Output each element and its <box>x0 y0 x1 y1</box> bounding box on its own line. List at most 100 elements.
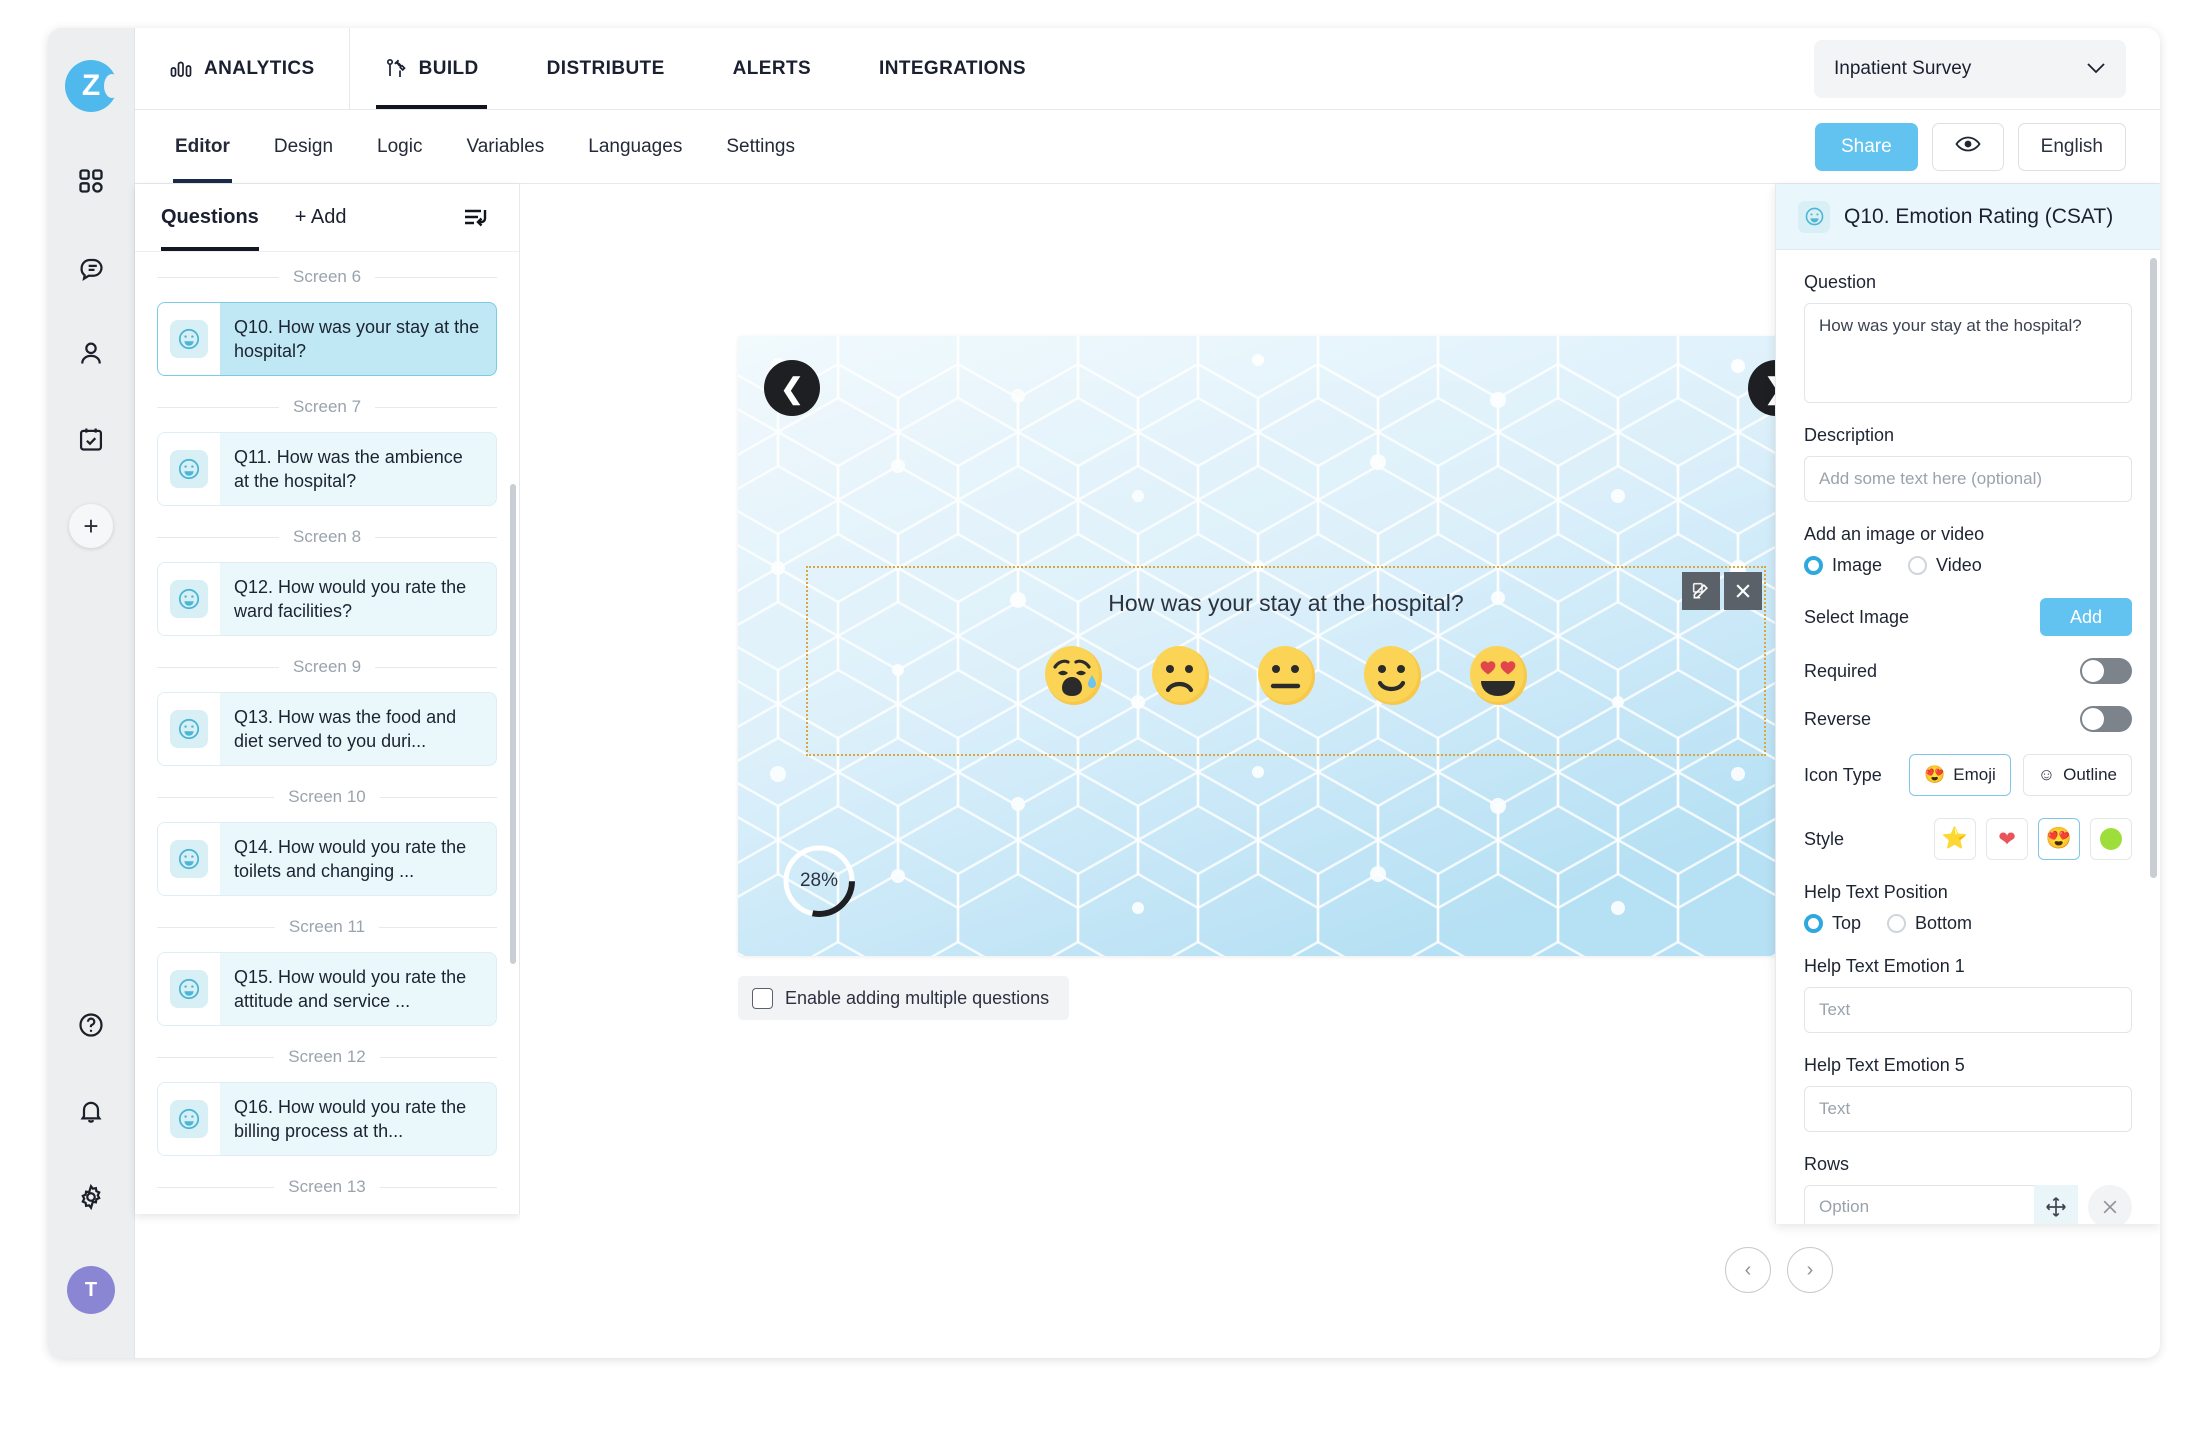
reverse-toggle[interactable] <box>2080 706 2132 732</box>
topnav-item-integrations[interactable]: INTEGRATIONS <box>845 28 1060 109</box>
heart-style-option[interactable]: ❤ <box>1986 818 2028 860</box>
tab-languages[interactable]: Languages <box>566 110 704 183</box>
share-button-label: Share <box>1840 135 1892 157</box>
topnav-item-alerts[interactable]: ALERTS <box>699 28 845 109</box>
feedback-icon[interactable] <box>64 240 118 294</box>
properties-header: Q10. Emotion Rating (CSAT) <box>1776 184 2160 250</box>
description-input[interactable]: Add some text here (optional) <box>1804 456 2132 502</box>
slightly-smiling-face[interactable] <box>1360 643 1424 707</box>
question-card-q16[interactable]: Q16. How would you rate the billing proc… <box>157 1082 497 1156</box>
brand-logo[interactable]: Z <box>65 60 120 112</box>
question-block[interactable]: How was your stay at the hospital? <box>806 566 1766 756</box>
radio-help-bottom[interactable]: Bottom <box>1887 913 1972 934</box>
question-textarea[interactable]: How was your stay at the hospital? <box>1804 303 2132 403</box>
avatar[interactable]: T <box>67 1266 115 1314</box>
screen-separator: Screen 12 <box>157 1032 497 1082</box>
rows-option-input[interactable]: Option <box>1804 1185 2068 1224</box>
tab-variables[interactable]: Variables <box>444 110 566 183</box>
topnav-item-distribute[interactable]: DISTRIBUTE <box>513 28 699 109</box>
settings-icon[interactable] <box>64 1170 118 1224</box>
rows-delete-button[interactable] <box>2088 1185 2132 1224</box>
language-button[interactable]: English <box>2017 122 2126 171</box>
question-card-q13[interactable]: Q13. How was the food and diet served to… <box>157 692 497 766</box>
topnav-label-distribute: DISTRIBUTE <box>546 57 665 79</box>
question-card-q11[interactable]: Q11. How was the ambience at the hospita… <box>157 432 497 506</box>
question-card-label: Q10. How was your stay at the hospital? <box>234 316 480 361</box>
emotion-rating-icon <box>170 710 208 748</box>
enable-multiple-questions[interactable]: Enable adding multiple questions <box>738 976 1070 1020</box>
topnav-right: Inpatient Survey <box>1814 28 2160 109</box>
enable-multiple-questions-checkbox[interactable] <box>752 987 773 1009</box>
question-card-icon-wrap <box>158 433 220 505</box>
avatar-initial: T <box>84 1278 98 1301</box>
questions-scrollbar[interactable] <box>510 484 516 964</box>
emoji-style-option[interactable]: 😍 <box>2038 818 2080 860</box>
survey-selector[interactable]: Inpatient Survey <box>1814 39 2126 98</box>
help-emotion-1-input[interactable]: Text <box>1804 987 2132 1033</box>
required-toggle[interactable] <box>2080 658 2132 684</box>
add-button[interactable]: + <box>69 504 113 548</box>
icon-type-row: Icon Type 😍 Emoji ☺ Outline <box>1804 754 2132 796</box>
icon-type-outline-option[interactable]: ☺ Outline <box>2022 754 2132 796</box>
frowning-face[interactable] <box>1148 643 1212 707</box>
style-label: Style <box>1804 828 1845 849</box>
close-icon[interactable] <box>1724 572 1762 610</box>
question-card-q14[interactable]: Q14. How would you rate the toilets and … <box>157 822 497 896</box>
question-card-q15[interactable]: Q15. How would you rate the attitude and… <box>157 952 497 1026</box>
neutral-face[interactable] <box>1254 643 1318 707</box>
help-icon[interactable] <box>64 998 118 1052</box>
question-card-icon-wrap <box>158 953 220 1025</box>
question-card-q12[interactable]: Q12. How would you rate the ward facilit… <box>157 562 497 636</box>
topnav-label-integrations: INTEGRATIONS <box>879 57 1026 79</box>
tab-design-label: Design <box>273 135 334 157</box>
pager-next-button[interactable]: › <box>1787 1247 1833 1293</box>
edit-icon[interactable] <box>1682 572 1720 610</box>
heart-eyes-face[interactable] <box>1466 643 1530 707</box>
sub-navigation: Editor Design Logic Variables Languages … <box>135 110 2160 184</box>
question-card-icon-wrap <box>158 303 220 375</box>
reorder-icon[interactable] <box>463 206 493 230</box>
tab-settings[interactable]: Settings <box>704 110 817 183</box>
questions-tab[interactable]: Questions <box>161 184 259 251</box>
dashboard-icon[interactable] <box>64 154 118 208</box>
radio-help-bottom-dot <box>1887 914 1907 933</box>
topnav-item-build[interactable]: BUILD <box>350 28 513 109</box>
notifications-icon[interactable] <box>64 1084 118 1138</box>
icon-type-outline-label: Outline <box>2063 765 2117 784</box>
preview-question-text: How was your stay at the hospital? <box>1108 590 1464 616</box>
topnav-item-analytics[interactable]: ANALYTICS <box>135 28 350 109</box>
question-card-q10[interactable]: Q10. How was your stay at the hospital? <box>157 302 497 376</box>
properties-scrollbar[interactable] <box>2150 258 2157 878</box>
radio-help-top[interactable]: Top <box>1804 913 1861 934</box>
contacts-icon[interactable] <box>64 326 118 380</box>
star-style-option[interactable]: ⭐ <box>1934 818 1976 860</box>
tasks-icon[interactable] <box>64 412 118 466</box>
preview-prev-button[interactable]: ❮ <box>764 360 820 416</box>
share-button[interactable]: Share <box>1814 122 1918 171</box>
questions-list[interactable]: Screen 6 Q10. How was your stay at the h… <box>135 252 519 1214</box>
required-label: Required <box>1804 660 1878 681</box>
top-navigation: ANALYTICS BUILD DISTRIBUTE ALERTS INTEGR… <box>135 28 2160 110</box>
tab-logic[interactable]: Logic <box>355 110 444 183</box>
tab-design[interactable]: Design <box>252 110 355 183</box>
eye-icon <box>1955 135 1981 158</box>
radio-image[interactable]: Image <box>1804 555 1882 576</box>
icon-type-emoji-option[interactable]: 😍 Emoji <box>1909 754 2011 796</box>
preview-button[interactable] <box>1931 122 2004 171</box>
move-icon[interactable] <box>2034 1185 2078 1224</box>
add-question-button[interactable]: + Add <box>295 206 347 229</box>
add-image-button[interactable]: Add <box>2039 598 2132 636</box>
radio-video[interactable]: Video <box>1908 555 1982 576</box>
circle-style-option[interactable] <box>2090 818 2132 860</box>
select-image-row: Select Image Add <box>1804 598 2132 636</box>
pager-prev-button[interactable]: ‹ <box>1725 1247 1771 1293</box>
help-emotion-5-input[interactable]: Text <box>1804 1086 2132 1132</box>
tab-editor[interactable]: Editor <box>153 110 252 183</box>
screen-label: Screen 8 <box>292 527 362 546</box>
add-button-label: + <box>83 510 99 541</box>
emotion-rating-icon <box>1798 200 1830 233</box>
tab-variables-label: Variables <box>466 135 545 157</box>
subnav-actions: Share English <box>1814 122 2126 171</box>
crying-face[interactable] <box>1042 643 1106 707</box>
enable-multiple-questions-label: Enable adding multiple questions <box>785 987 1050 1008</box>
